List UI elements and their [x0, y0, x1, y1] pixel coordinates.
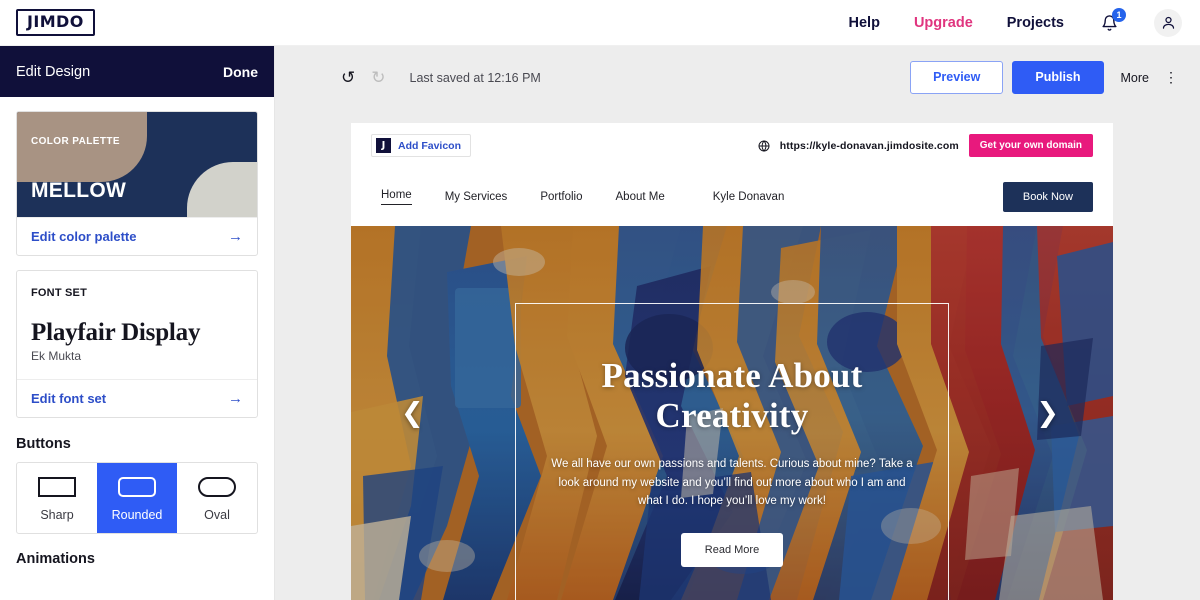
site-nav-links: Home My Services Portfolio About Me [381, 189, 665, 205]
get-domain-button[interactable]: Get your own domain [968, 134, 1093, 157]
user-avatar-icon [1162, 16, 1174, 29]
nav-upgrade[interactable]: Upgrade [914, 15, 973, 31]
site-nav-about-me[interactable]: About Me [616, 191, 665, 203]
notification-badge: 1 [1112, 7, 1126, 22]
redo-icon[interactable]: ↻ [371, 69, 385, 86]
favicon-icon: J [376, 138, 391, 153]
button-style-oval[interactable]: Oval [177, 463, 257, 533]
rounded-shape-icon [118, 477, 156, 497]
edit-color-palette-row[interactable]: Edit color palette → [17, 217, 257, 255]
edit-color-palette-label: Edit color palette [31, 229, 137, 244]
hero-headline-line1: Passionate About [601, 356, 863, 395]
publish-button[interactable]: Publish [1012, 61, 1104, 94]
font-set-primary: Playfair Display [31, 319, 201, 346]
app-root: JIMDO Help Upgrade Projects 1 Edit Desig… [0, 0, 1200, 600]
oval-shape-icon [198, 477, 236, 497]
globe-icon [758, 140, 770, 152]
button-style-rounded[interactable]: Rounded [97, 463, 177, 533]
site-brand-name: Kyle Donavan [712, 191, 785, 203]
button-style-sharp-label: Sharp [40, 508, 74, 522]
carousel-prev-icon[interactable]: ❮ [401, 399, 424, 427]
animations-section-title: Animations [16, 551, 95, 567]
editor-canvas: ↺ ↻ Last saved at 12:16 PM Preview Publi… [275, 46, 1200, 600]
button-style-sharp[interactable]: Sharp [17, 463, 97, 533]
edit-font-set-label: Edit font set [31, 391, 107, 406]
add-favicon-label: Add Favicon [398, 139, 462, 152]
color-palette-preview: COLOR PALETTE MELLOW [17, 112, 257, 217]
hero-content-frame: Passionate About Creativity We all have … [515, 303, 949, 600]
arrow-right-icon: → [228, 390, 243, 407]
button-style-rounded-label: Rounded [111, 508, 163, 522]
buttons-section-title: Buttons [16, 436, 71, 452]
sidebar-title: Edit Design [16, 63, 91, 80]
site-preview: J Add Favicon https://kyle-donavan.jimdo… [351, 123, 1113, 600]
global-topbar: JIMDO Help Upgrade Projects 1 [0, 0, 1200, 46]
hero-paragraph: We all have our own passions and talents… [551, 458, 913, 508]
preview-button[interactable]: Preview [910, 61, 1004, 94]
editor-toolbar: ↺ ↻ Last saved at 12:16 PM Preview Publi… [275, 46, 1200, 109]
site-nav-portfolio[interactable]: Portfolio [540, 191, 582, 203]
arrow-right-icon: → [228, 228, 243, 245]
book-now-button[interactable]: Book Now [1002, 182, 1093, 212]
hero-content: Passionate About Creativity We all have … [516, 356, 948, 567]
notifications-button[interactable]: 1 [1098, 7, 1126, 36]
palette-swatch-tan [17, 112, 147, 182]
site-nav-home[interactable]: Home [381, 189, 412, 205]
font-set-kicker: FONT SET [31, 287, 87, 299]
color-palette-card[interactable]: COLOR PALETTE MELLOW Edit color palette … [16, 111, 258, 256]
sidebar-header: Edit Design Done [0, 46, 274, 97]
site-nav-my-services[interactable]: My Services [445, 191, 508, 203]
nav-projects[interactable]: Projects [1007, 15, 1064, 31]
hero-headline-line2: Creativity [655, 395, 809, 435]
nav-help[interactable]: Help [849, 15, 880, 31]
site-url: https://kyle-donavan.jimdosite.com [779, 139, 959, 152]
palette-swatch-gray [187, 162, 257, 217]
font-set-preview: FONT SET Playfair Display Ek Mukta [17, 271, 257, 379]
sharp-shape-icon [38, 477, 76, 497]
undo-icon[interactable]: ↺ [341, 69, 355, 86]
more-label[interactable]: More [1121, 71, 1149, 85]
font-set-secondary: Ek Mukta [31, 349, 82, 363]
toolbar-actions: Preview Publish More ⋮ [910, 61, 1178, 94]
domain-group: https://kyle-donavan.jimdosite.com Get y… [758, 134, 1093, 157]
global-nav: Help Upgrade Projects 1 [849, 7, 1200, 37]
color-palette-name: MELLOW [31, 179, 127, 202]
account-avatar-button[interactable] [1154, 8, 1182, 37]
site-meta-bar: J Add Favicon https://kyle-donavan.jimdo… [351, 123, 1113, 168]
sidebar-body: COLOR PALETTE MELLOW Edit color palette … [0, 97, 274, 567]
font-set-card[interactable]: FONT SET Playfair Display Ek Mukta Edit … [16, 270, 258, 418]
carousel-next-icon[interactable]: ❯ [1036, 399, 1059, 427]
hero-headline: Passionate About Creativity [550, 356, 914, 435]
hero-slider: Passionate About Creativity We all have … [351, 226, 1113, 600]
add-favicon-button[interactable]: J Add Favicon [371, 134, 472, 157]
edit-font-set-row[interactable]: Edit font set → [17, 379, 257, 417]
color-palette-kicker: COLOR PALETTE [31, 136, 120, 147]
site-navigation: Home My Services Portfolio About Me Kyle… [351, 168, 1113, 226]
button-style-selector: Sharp Rounded Oval [16, 462, 258, 534]
button-style-oval-label: Oval [204, 508, 230, 522]
edit-design-sidebar: Edit Design Done COLOR PALETTE MELLOW Ed… [0, 46, 275, 600]
last-saved-status: Last saved at 12:16 PM [409, 70, 541, 85]
read-more-button[interactable]: Read More [680, 532, 784, 567]
kebab-menu-icon[interactable]: ⋮ [1164, 69, 1178, 86]
jimdo-logo[interactable]: JIMDO [16, 9, 95, 36]
done-button[interactable]: Done [223, 64, 258, 80]
